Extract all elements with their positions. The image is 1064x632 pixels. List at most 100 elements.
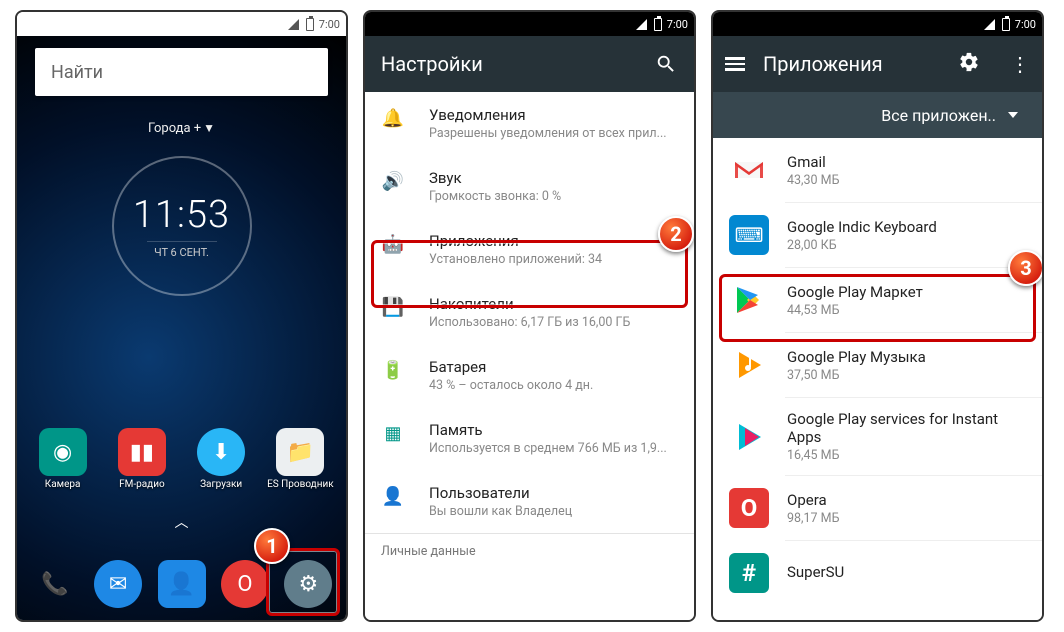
filter-dropdown[interactable]: Все приложен.. xyxy=(713,92,1042,138)
signal-icon xyxy=(288,19,299,30)
app-list-item[interactable]: # SuperSU xyxy=(713,541,1042,605)
search-placeholder: Найти xyxy=(51,62,103,83)
hamburger-icon[interactable] xyxy=(725,54,745,74)
search-input[interactable]: Найти xyxy=(35,48,328,96)
app-icon xyxy=(729,280,769,320)
app-label: Камера xyxy=(45,479,81,490)
status-time: 7:00 xyxy=(667,18,688,31)
settings-item-subtitle: Громкость звонка: 0 % xyxy=(429,189,678,204)
app-size: 43,30 МБ xyxy=(787,173,1026,188)
search-icon[interactable] xyxy=(654,52,678,76)
settings-item-icon: 🔊 xyxy=(381,169,405,192)
chevron-down-icon xyxy=(1008,112,1018,118)
phone-apps: 7:00 Приложения ⋮ Все приложен.. Gmail 43… xyxy=(711,10,1044,622)
app-size: 98,17 МБ xyxy=(787,511,1026,526)
app-icon xyxy=(729,417,769,457)
app-list-item[interactable]: Google Play services for Instant Apps16,… xyxy=(713,398,1042,475)
app-size: 37,50 МБ xyxy=(787,368,1026,383)
settings-item-subtitle: Установлено приложений: 34 xyxy=(429,252,678,267)
app-name: Google Play Музыка xyxy=(787,348,1026,366)
app-list-item[interactable]: Google Play Музыка 37,50 МБ xyxy=(713,333,1042,397)
settings-item-Батарея[interactable]: 🔋Батарея43 % – осталось около 4 дн. xyxy=(365,344,694,407)
app-icon xyxy=(729,345,769,385)
settings-item-title: Уведомления xyxy=(429,106,678,124)
battery-icon xyxy=(1002,18,1010,31)
settings-item-subtitle: Разрешены уведомления от всех прил... xyxy=(429,126,678,141)
app-name: Google Play Маркет xyxy=(787,283,1026,301)
app-icon xyxy=(729,150,769,190)
phone-homescreen: 7:00 Найти Города +▼ 11:53 чт 6 сент. ◉ К… xyxy=(15,10,348,622)
status-bar: 7:00 xyxy=(713,12,1042,36)
settings-list: 🔔УведомленияРазрешены уведомления от все… xyxy=(365,92,694,620)
weather-widget[interactable]: Города +▼ xyxy=(17,121,346,136)
app-size: 28,00 КБ xyxy=(787,238,1026,253)
app-icon: ▮▮ xyxy=(118,428,166,476)
settings-item-icon: 🤖 xyxy=(381,232,405,255)
status-bar: 7:00 xyxy=(17,12,346,36)
settings-item-icon: 💾 xyxy=(381,295,405,318)
app-icon: ◉ xyxy=(39,428,87,476)
settings-item-title: Пользователи xyxy=(429,484,678,502)
app-Загрузки[interactable]: ⬇Загрузки xyxy=(186,428,256,490)
settings-item-title: Накопители xyxy=(429,295,678,313)
settings-item-Приложения[interactable]: 🤖 Приложения Установлено приложений: 34 xyxy=(365,218,694,281)
app-FM-радио[interactable]: ▮▮FM-радио xyxy=(107,428,177,490)
settings-item-Память[interactable]: ▦ПамятьИспользуется в среднем 766 МБ из … xyxy=(365,407,694,470)
settings-item-title: Приложения xyxy=(429,232,678,250)
status-time: 7:00 xyxy=(319,18,340,31)
settings-item-Звук[interactable]: 🔊ЗвукГромкость звонка: 0 % xyxy=(365,155,694,218)
app-shortcuts-row: ◉ Камера ▮▮FM-радио⬇Загрузки📁ES Проводник xyxy=(17,428,346,490)
app-icon: ⌨ xyxy=(729,215,769,255)
app-name: SuperSU xyxy=(787,563,1026,581)
dock-opera[interactable]: O xyxy=(213,560,276,608)
app-icon: O xyxy=(729,488,769,528)
clock-date: чт 6 сент. xyxy=(147,241,217,259)
overflow-icon[interactable]: ⋮ xyxy=(1010,52,1030,76)
app-size: 16,45 МБ xyxy=(787,448,1026,463)
filter-label: Все приложен.. xyxy=(881,106,996,125)
dock-settings[interactable]: ⚙ xyxy=(277,560,340,608)
app-bar: Приложения ⋮ Все приложен.. xyxy=(713,36,1042,138)
app-Камера[interactable]: ◉ Камера xyxy=(28,428,98,490)
app-icon: 📁 xyxy=(276,428,324,476)
settings-item-subtitle: Использовано: 6,17 ГБ из 16,00 ГБ xyxy=(429,315,678,330)
callout-1: 1 xyxy=(254,528,290,564)
app-name: Gmail xyxy=(787,153,1026,171)
chevron-down-icon: ▼ xyxy=(203,121,215,135)
app-list-item[interactable]: OOpera98,17 МБ xyxy=(713,476,1042,540)
dock-messages[interactable]: ✉ xyxy=(86,560,149,608)
page-title: Приложения xyxy=(763,52,940,76)
section-header: Личные данные xyxy=(365,533,694,559)
settings-item-Уведомления[interactable]: 🔔УведомленияРазрешены уведомления от все… xyxy=(365,92,694,155)
contacts-icon: 👤 xyxy=(158,560,206,608)
dock: 📞 ✉ 👤 O ⚙ xyxy=(17,560,346,608)
settings-item-Пользователи[interactable]: 👤ПользователиВы вошли как Владелец xyxy=(365,470,694,533)
battery-icon xyxy=(654,18,662,31)
signal-icon xyxy=(636,19,647,30)
gear-icon[interactable] xyxy=(958,51,980,77)
dock-phone[interactable]: 📞 xyxy=(23,560,86,608)
app-icon: # xyxy=(729,553,769,593)
settings-item-title: Память xyxy=(429,421,678,439)
dock-contacts[interactable]: 👤 xyxy=(150,560,213,608)
settings-item-icon: ▦ xyxy=(381,421,405,444)
app-size: 44,53 МБ xyxy=(787,303,1026,318)
settings-icon: ⚙ xyxy=(284,560,332,608)
battery-icon xyxy=(306,18,314,31)
phone-settings: 7:00 Настройки 🔔УведомленияРазрешены уве… xyxy=(363,10,696,622)
app-ES Проводник[interactable]: 📁ES Проводник xyxy=(265,428,335,490)
clock-widget[interactable]: 11:53 чт 6 сент. xyxy=(17,156,346,296)
app-list-item[interactable]: Google Play Маркет 44,53 МБ xyxy=(713,268,1042,332)
status-time: 7:00 xyxy=(1015,18,1036,31)
opera-icon: O xyxy=(221,560,269,608)
settings-item-Накопители[interactable]: 💾 Накопители Использовано: 6,17 ГБ из 16,0… xyxy=(365,281,694,344)
app-bar: Настройки xyxy=(365,36,694,92)
app-label: Загрузки xyxy=(200,479,242,490)
home-wallpaper: Найти Города +▼ 11:53 чт 6 сент. ◉ Камера… xyxy=(17,36,346,620)
status-bar: 7:00 xyxy=(365,12,694,36)
app-list-item[interactable]: Gmail 43,30 МБ xyxy=(713,138,1042,202)
phone-icon: 📞 xyxy=(31,560,79,608)
messages-icon: ✉ xyxy=(94,560,142,608)
app-drawer-handle[interactable]: ︿ xyxy=(17,512,346,532)
app-list-item[interactable]: ⌨Google Indic Keyboard28,00 КБ xyxy=(713,203,1042,267)
